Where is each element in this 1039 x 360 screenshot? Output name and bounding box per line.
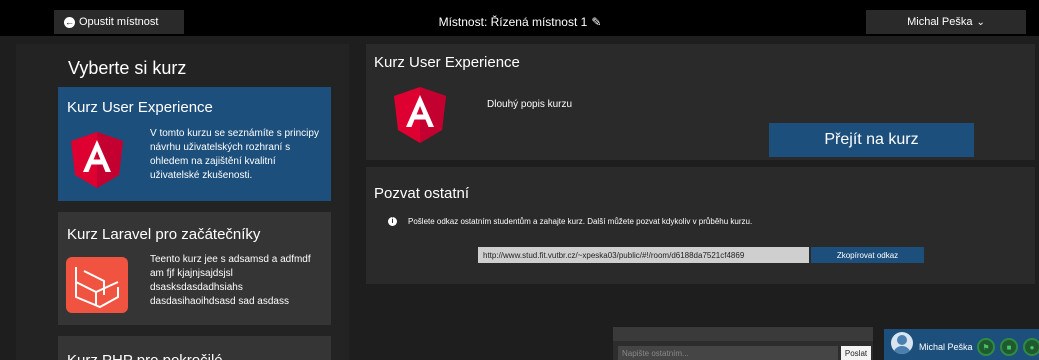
leave-room-label: Opustit místnost: [79, 16, 159, 28]
course-card-user-experience[interactable]: Kurz User Experience V tomto kurzu se se…: [58, 87, 331, 201]
course-title: Kurz Laravel pro začátečníky: [67, 226, 261, 243]
go-to-course-button[interactable]: Přejít na kurz: [769, 123, 974, 157]
invite-title: Pozvat ostatní: [374, 185, 470, 202]
avatar: [891, 332, 913, 354]
course-description: Teento kurz jee s adsamsd a adfmdf am fj…: [150, 254, 311, 307]
invite-info: i Pošlete odkaz ostatním studentům a zah…: [388, 217, 752, 226]
invite-info-text: Pošlete odkaz ostatním studentům a zahaj…: [408, 217, 753, 226]
chevron-double-down-icon: ⌄: [976, 16, 985, 28]
participant-name: Michal Peška: [919, 342, 973, 352]
chat-message-input[interactable]: Napište ostatním...: [618, 346, 838, 360]
course-title: Kurz PHP pro pokročilé: [67, 352, 223, 360]
course-detail-description: Dlouhý popis kurzu: [487, 99, 573, 110]
room-title-text: Místnost: Řízená místnost 1: [438, 15, 588, 29]
course-title: Kurz User Experience: [67, 99, 213, 116]
participant-card: Michal Peška ⚑ ■ ●: [884, 329, 1039, 360]
course-sidebar: Vyberte si kurz Kurz User Experience V t…: [16, 44, 349, 360]
flag-icon[interactable]: ⚑: [977, 338, 995, 356]
info-icon: i: [388, 217, 397, 226]
user-menu-button[interactable]: Michal Peška ⌄: [866, 10, 1026, 34]
course-description: V tomto kurzu se seznámíte s principy ná…: [150, 128, 319, 181]
page: ← Opustit místnost Místnost: Řízená míst…: [0, 0, 1039, 360]
invite-link-field[interactable]: http://www.stud.fit.vutbr.cz/~xpeska03/p…: [478, 247, 809, 263]
sidebar-title: Vyberte si kurz: [68, 58, 187, 78]
pencil-icon[interactable]: ✎: [591, 15, 601, 29]
course-card-php[interactable]: Kurz PHP pro pokročilé: [58, 336, 331, 360]
copy-link-button[interactable]: Zkopírovat odkaz: [811, 247, 924, 263]
top-bar: ← Opustit místnost Místnost: Řízená míst…: [0, 0, 1039, 36]
leave-room-button[interactable]: ← Opustit místnost: [54, 10, 184, 34]
course-card-laravel[interactable]: Kurz Laravel pro začátečníky Teento kurz…: [58, 212, 331, 325]
chat-send-button[interactable]: Poslat: [841, 346, 871, 360]
invite-panel: Pozvat ostatní i Pošlete odkaz ostatním …: [366, 167, 1035, 284]
angular-logo-icon: [71, 132, 123, 188]
angular-logo-icon: [394, 87, 446, 143]
laravel-logo-icon: [66, 257, 128, 313]
user-menu-label: Michal Peška: [907, 16, 973, 28]
arrow-left-circle-icon: ←: [64, 16, 75, 28]
chat-panel: Napište ostatním... Poslat: [613, 327, 873, 360]
microphone-icon[interactable]: ●: [1023, 338, 1039, 356]
course-detail-panel: Kurz User Experience Dlouhý popis kurzu …: [366, 44, 1035, 160]
chat-header: [613, 327, 873, 341]
camera-icon[interactable]: ■: [1000, 338, 1018, 356]
course-detail-title: Kurz User Experience: [374, 54, 520, 71]
room-title: Místnost: Řízená místnost 1 ✎: [380, 10, 660, 34]
